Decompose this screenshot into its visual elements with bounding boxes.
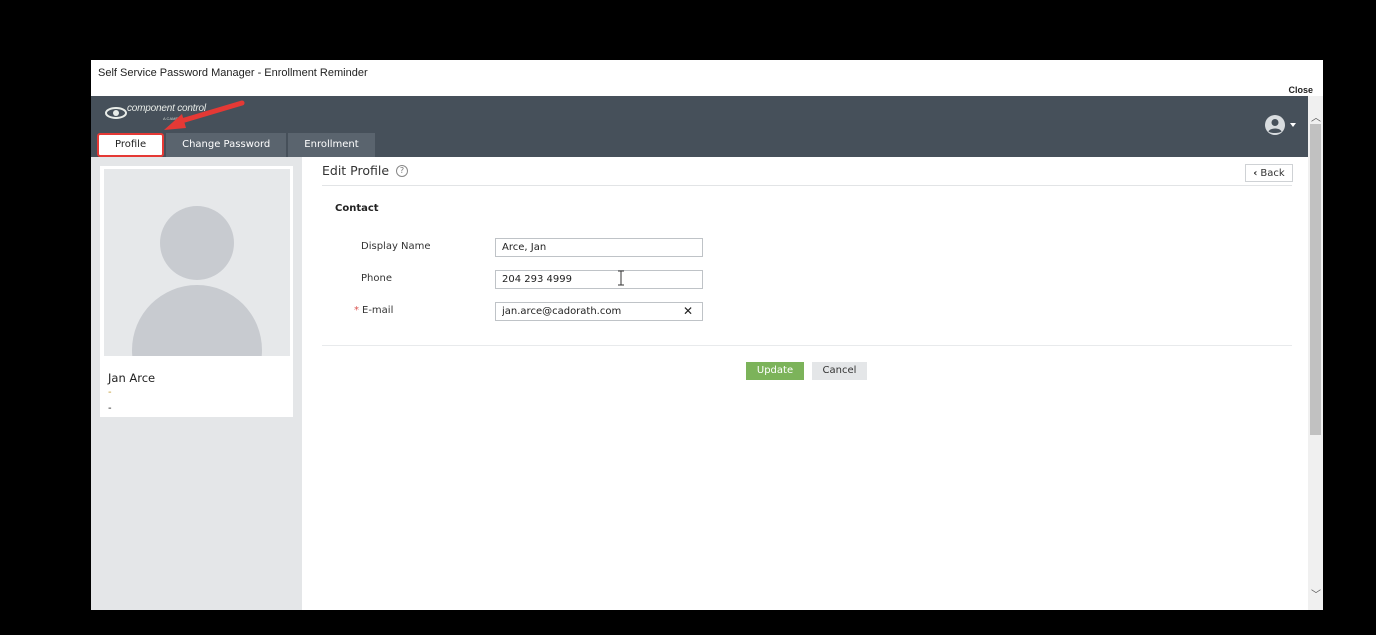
email-label: E-mail (362, 305, 394, 316)
email-field[interactable] (495, 302, 703, 321)
phone-field[interactable] (495, 270, 703, 289)
avatar-body-shape (132, 285, 262, 356)
question-circle-icon[interactable]: ? (396, 165, 408, 177)
cancel-button[interactable]: Cancel (812, 362, 867, 380)
logo-swoosh-icon (105, 107, 127, 119)
tab-bar: Profile Change Password Enrollment (97, 133, 377, 157)
app-window: Self Service Password Manager - Enrollme… (91, 60, 1323, 610)
email-label-row: * E-mail (354, 305, 393, 316)
display-name-label: Display Name (361, 241, 431, 252)
back-label: Back (1260, 167, 1285, 179)
user-menu[interactable] (1264, 114, 1296, 136)
divider (322, 185, 1292, 186)
app-header: component control A CAMP Profile Change … (91, 96, 1308, 157)
phone-label: Phone (361, 273, 392, 284)
tab-change-password[interactable]: Change Password (166, 133, 287, 157)
clear-icon[interactable]: ✕ (683, 304, 693, 318)
annotation-arrow-icon (164, 100, 245, 130)
profile-sidebar: Jan Arce - - (91, 157, 302, 610)
user-circle-icon (1265, 115, 1285, 135)
tab-profile[interactable]: Profile (97, 133, 165, 157)
scrollbar-thumb[interactable] (1310, 124, 1321, 435)
update-button[interactable]: Update (746, 362, 804, 380)
text-cursor-icon (618, 270, 624, 286)
title-bar: Self Service Password Manager - Enrollme… (91, 60, 1323, 96)
required-marker: * (354, 305, 359, 316)
avatar-head-shape (160, 206, 234, 280)
user-detail-1: - (108, 387, 112, 398)
close-button[interactable]: Close (1288, 85, 1313, 95)
divider (322, 345, 1292, 346)
chevron-down-icon (1290, 123, 1296, 127)
chevron-left-icon: ‹ (1253, 167, 1258, 179)
chevron-down-icon[interactable]: ﹀ (1311, 586, 1321, 601)
avatar (104, 169, 290, 356)
user-name: Jan Arce (108, 371, 156, 385)
section-heading: Contact (335, 203, 379, 214)
vertical-scrollbar[interactable]: ︿ ﹀ (1308, 96, 1323, 610)
tab-enrollment[interactable]: Enrollment (288, 133, 375, 157)
main-content: Edit Profile ? ‹ Back Contact Display Na… (302, 157, 1308, 610)
chevron-up-icon[interactable]: ︿ (1311, 109, 1321, 124)
page-title: Edit Profile (322, 163, 390, 178)
profile-card: Jan Arce - - (100, 166, 293, 417)
display-name-field[interactable] (495, 238, 703, 257)
user-detail-2: - (108, 403, 112, 414)
back-button[interactable]: ‹ Back (1245, 164, 1293, 182)
window-title: Self Service Password Manager - Enrollme… (98, 67, 368, 79)
